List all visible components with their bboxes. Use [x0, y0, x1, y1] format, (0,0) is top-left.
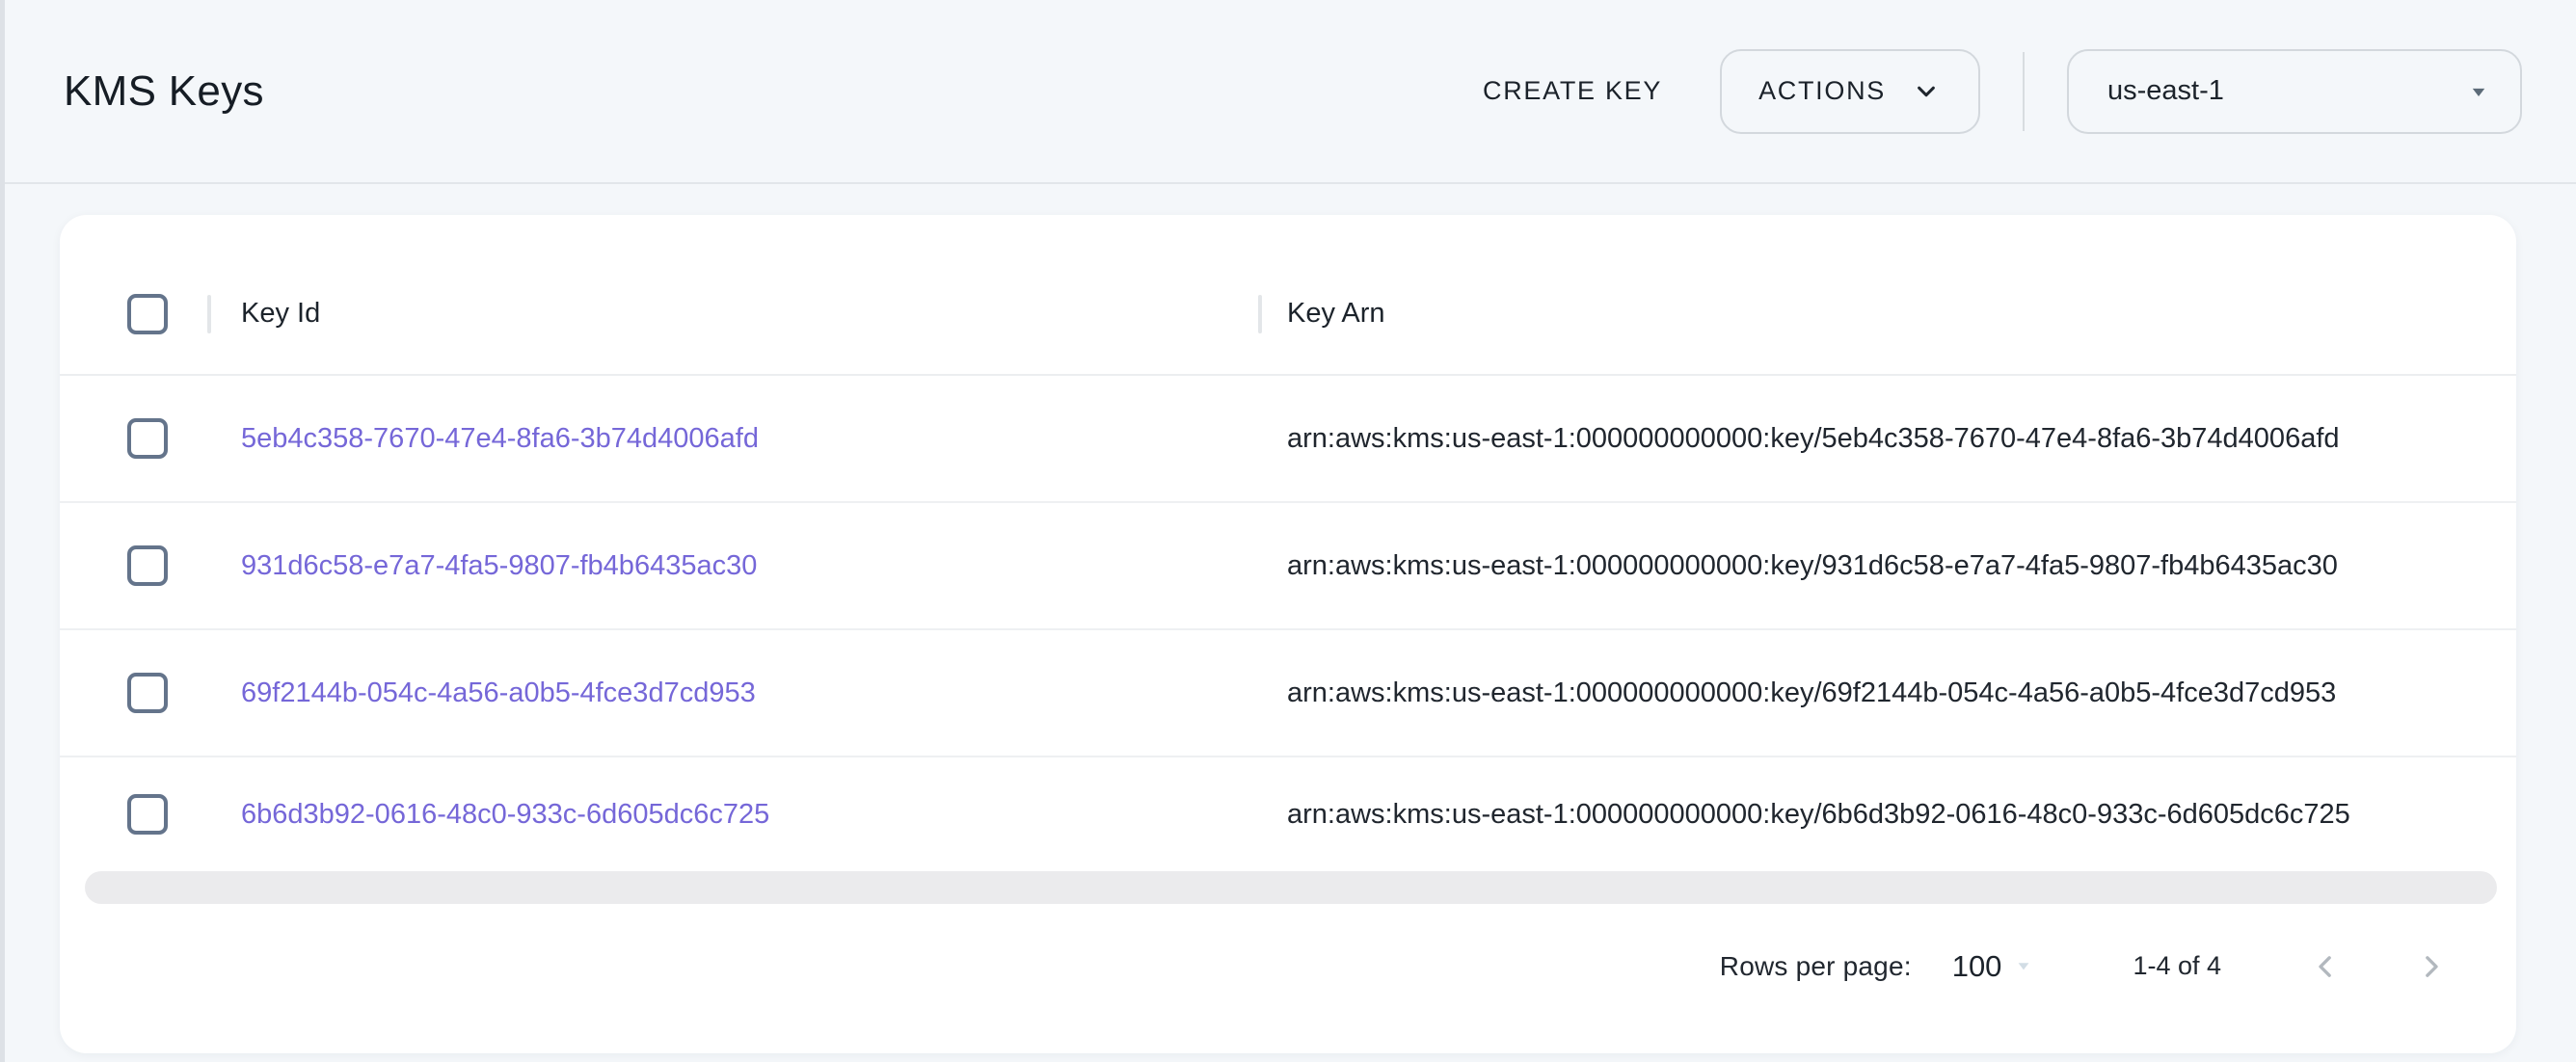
previous-page-button[interactable] — [2300, 942, 2350, 992]
window-left-edge — [0, 0, 5, 1062]
select-all-checkbox[interactable] — [127, 294, 168, 334]
chevron-down-icon — [1911, 76, 1942, 107]
key-id-link[interactable]: 5eb4c358-7670-47e4-8fa6-3b74d4006afd — [241, 423, 759, 455]
dropdown-arrow-icon — [2464, 77, 2493, 106]
next-page-button[interactable] — [2406, 942, 2456, 992]
key-id-cell: 69f2144b-054c-4a56-a0b5-4fce3d7cd953 — [207, 677, 1258, 709]
column-separator — [207, 295, 211, 333]
table-row: 6b6d3b92-0616-48c0-933c-6d605dc6c725 arn… — [60, 757, 2516, 871]
key-arn-cell: arn:aws:kms:us-east-1:000000000000:key/9… — [1258, 550, 2516, 582]
chevron-left-icon — [2306, 947, 2345, 986]
horizontal-scrollbar[interactable] — [85, 871, 2497, 904]
actions-button[interactable]: ACTIONS — [1720, 49, 1980, 134]
row-checkbox-cell — [60, 673, 207, 713]
column-header-key-id-label: Key Id — [241, 298, 320, 330]
table-row: 5eb4c358-7670-47e4-8fa6-3b74d4006afd arn… — [60, 376, 2516, 503]
table-header-row: Key Id Key Arn — [60, 253, 2516, 376]
rows-per-page-select[interactable]: 100 — [1952, 949, 2037, 984]
key-arn-text: arn:aws:kms:us-east-1:000000000000:key/6… — [1287, 799, 2350, 831]
column-separator — [1258, 295, 1262, 333]
row-checkbox-cell — [60, 418, 207, 459]
row-checkbox-cell — [60, 545, 207, 586]
key-id-cell: 5eb4c358-7670-47e4-8fa6-3b74d4006afd — [207, 423, 1258, 455]
chevron-right-icon — [2412, 947, 2451, 986]
region-select-value: us-east-1 — [2107, 75, 2224, 107]
kms-keys-card: Key Id Key Arn 5eb4c358-7670-47e4-8fa6-3… — [60, 215, 2516, 1053]
row-checkbox[interactable] — [127, 673, 168, 713]
row-checkbox[interactable] — [127, 545, 168, 586]
column-header-key-arn[interactable]: Key Arn — [1258, 298, 2516, 330]
header-actions: CREATE KEY ACTIONS us-east-1 — [1456, 49, 2522, 134]
pagination-range: 1-4 of 4 — [2133, 951, 2221, 981]
actions-button-label: ACTIONS — [1758, 76, 1886, 106]
main-area: Key Id Key Arn 5eb4c358-7670-47e4-8fa6-3… — [0, 184, 2576, 1053]
key-id-link[interactable]: 6b6d3b92-0616-48c0-933c-6d605dc6c725 — [241, 799, 769, 831]
key-arn-text: arn:aws:kms:us-east-1:000000000000:key/5… — [1287, 423, 2340, 455]
region-select[interactable]: us-east-1 — [2067, 49, 2522, 134]
page-header: KMS Keys CREATE KEY ACTIONS us-east-1 — [0, 0, 2576, 184]
key-arn-cell: arn:aws:kms:us-east-1:000000000000:key/6… — [1258, 677, 2516, 709]
header-checkbox-cell — [60, 294, 207, 334]
page-title: KMS Keys — [64, 67, 264, 116]
key-arn-cell: arn:aws:kms:us-east-1:000000000000:key/5… — [1258, 423, 2516, 455]
row-checkbox[interactable] — [127, 794, 168, 835]
table-body: 5eb4c358-7670-47e4-8fa6-3b74d4006afd arn… — [60, 376, 2516, 871]
caret-down-icon — [2011, 953, 2036, 984]
table-row: 931d6c58-e7a7-4fa5-9807-fb4b6435ac30 arn… — [60, 503, 2516, 630]
key-arn-text: arn:aws:kms:us-east-1:000000000000:key/9… — [1287, 550, 2338, 582]
column-header-key-arn-label: Key Arn — [1287, 298, 1385, 330]
toolbar-divider — [2023, 52, 2025, 131]
row-checkbox-cell — [60, 794, 207, 835]
create-key-button[interactable]: CREATE KEY — [1456, 57, 1689, 125]
rows-per-page-label: Rows per page: — [1720, 951, 1912, 982]
key-arn-cell: arn:aws:kms:us-east-1:000000000000:key/6… — [1258, 799, 2516, 831]
key-id-link[interactable]: 69f2144b-054c-4a56-a0b5-4fce3d7cd953 — [241, 677, 756, 709]
key-id-cell: 6b6d3b92-0616-48c0-933c-6d605dc6c725 — [207, 799, 1258, 831]
key-id-cell: 931d6c58-e7a7-4fa5-9807-fb4b6435ac30 — [207, 550, 1258, 582]
column-header-key-id[interactable]: Key Id — [207, 298, 1258, 330]
key-arn-text: arn:aws:kms:us-east-1:000000000000:key/6… — [1287, 677, 2336, 709]
row-checkbox[interactable] — [127, 418, 168, 459]
table-row: 69f2144b-054c-4a56-a0b5-4fce3d7cd953 arn… — [60, 630, 2516, 757]
pagination: Rows per page: 100 1-4 of 4 — [60, 904, 2516, 1053]
rows-per-page-value: 100 — [1952, 949, 2002, 984]
key-id-link[interactable]: 931d6c58-e7a7-4fa5-9807-fb4b6435ac30 — [241, 550, 757, 582]
